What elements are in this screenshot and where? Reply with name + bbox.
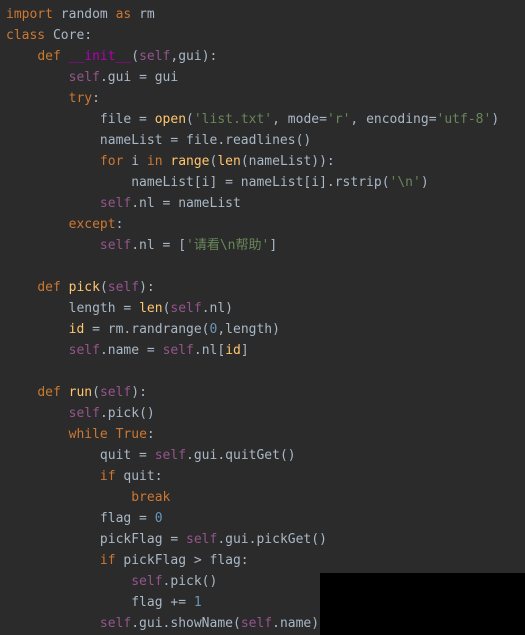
code-line [6, 259, 14, 274]
code-line: file = open('list.txt', mode='r', encodi… [6, 112, 499, 127]
code-line: quit = self.gui.quitGet() [6, 448, 296, 463]
code-line: self.gui = gui [6, 70, 178, 85]
code-line: def pick(self): [6, 280, 155, 295]
code-line: import random as rm [6, 7, 155, 22]
code-line: def __init__(self,gui): [6, 49, 217, 64]
code-line: nameList = file.readlines() [6, 133, 311, 148]
code-line: flag = 0 [6, 511, 163, 526]
code-block: import random as rm class Core: def __in… [0, 0, 525, 635]
code-line: length = len(self.nl) [6, 301, 233, 316]
code-line: if quit: [6, 469, 163, 484]
code-line: id = rm.randrange(0,length) [6, 322, 280, 337]
code-line: self.nl = ['请看\n帮助'] [6, 238, 277, 253]
code-line: flag += 1 [6, 595, 202, 610]
code-line: while True: [6, 427, 155, 442]
code-line: break [6, 490, 170, 505]
code-line: self.name = self.nl[id] [6, 343, 249, 358]
redaction-overlay [320, 573, 525, 635]
code-line: self.pick() [6, 574, 217, 589]
code-line: def run(self): [6, 385, 147, 400]
code-line: self.gui.showName(self.name) [6, 616, 319, 631]
code-line [6, 364, 14, 379]
code-line: nameList[i] = nameList[i].rstrip('\n') [6, 175, 429, 190]
code-line: for i in range(len(nameList)): [6, 154, 335, 169]
code-line: try: [6, 91, 100, 106]
code-line: pickFlag = self.gui.pickGet() [6, 532, 327, 547]
code-line: if pickFlag > flag: [6, 553, 249, 568]
code-line: except: [6, 217, 123, 232]
code-line: class Core: [6, 28, 92, 43]
code-line: self.nl = nameList [6, 196, 241, 211]
code-line: self.pick() [6, 406, 155, 421]
